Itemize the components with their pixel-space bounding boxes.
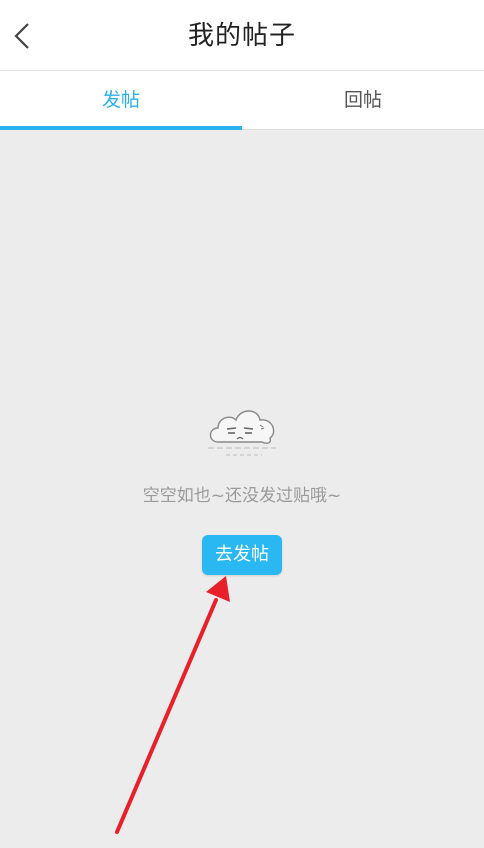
empty-message: 空空如也~还没发过贴哦~ [142,486,342,506]
tab-posts[interactable]: 发帖 [0,71,242,130]
empty-state: 空空如也~还没发过贴哦~ 去发帖 [0,131,484,848]
go-post-button[interactable]: 去发帖 [202,535,282,575]
tab-bar: 发帖 回帖 [0,71,484,130]
page-title: 我的帖子 [187,21,296,51]
cloud-face-icon [208,410,276,456]
tab-replies[interactable]: 回帖 [242,71,484,129]
header: 我的帖子 [0,0,484,71]
